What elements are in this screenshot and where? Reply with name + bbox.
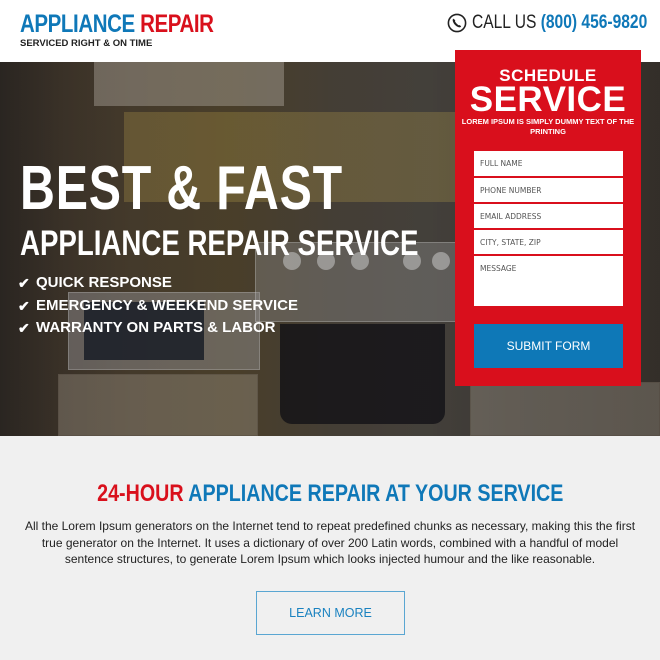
feature-text: QUICK RESPONSE bbox=[36, 274, 172, 291]
logo[interactable]: APPLIANCE REPAIR SERVICED RIGHT & ON TIM… bbox=[20, 10, 256, 49]
check-icon: ✔ bbox=[18, 275, 30, 291]
email-address-input[interactable] bbox=[474, 204, 623, 228]
check-icon: ✔ bbox=[18, 320, 30, 336]
logo-text-appliance: APPLIANCE bbox=[20, 10, 135, 38]
feature-text: WARRANTY ON PARTS & LABOR bbox=[36, 319, 276, 336]
section-title: 24-HOUR APPLIANCE REPAIR AT YOUR SERVICE bbox=[0, 480, 660, 508]
feature-item: ✔ WARRANTY ON PARTS & LABOR bbox=[18, 317, 298, 340]
hero-subtitle: APPLIANCE REPAIR SERVICE bbox=[20, 224, 419, 263]
check-icon: ✔ bbox=[18, 297, 30, 314]
submit-form-button[interactable]: SUBMIT FORM bbox=[474, 324, 623, 368]
call-us[interactable]: CALL US (800) 456-9820 bbox=[447, 12, 647, 34]
phone-number-input[interactable] bbox=[474, 178, 623, 202]
feature-item: ✔ EMERGENCY & WEEKEND SERVICE bbox=[18, 295, 298, 318]
logo-text-repair: REPAIR bbox=[140, 10, 214, 38]
call-label: CALL US bbox=[472, 12, 537, 33]
hero-title: BEST & FAST bbox=[20, 154, 343, 223]
phone-number[interactable]: (800) 456-9820 bbox=[541, 12, 648, 33]
logo-tagline: SERVICED RIGHT & ON TIME bbox=[20, 38, 153, 49]
section-title-rest: APPLIANCE REPAIR AT YOUR SERVICE bbox=[188, 480, 564, 507]
learn-more-button[interactable]: LEARN MORE bbox=[256, 591, 405, 635]
city-state-zip-input[interactable] bbox=[474, 230, 623, 254]
feature-list: ✔ QUICK RESPONSE ✔ EMERGENCY & WEEKEND S… bbox=[18, 272, 298, 340]
message-textarea[interactable] bbox=[474, 256, 623, 306]
section-title-highlight: 24-HOUR bbox=[96, 480, 184, 507]
form-note: LOREM IPSUM IS SIMPLY DUMMY TEXT OF THE … bbox=[461, 117, 635, 136]
schedule-service-form: SCHEDULE SERVICE LOREM IPSUM IS SIMPLY D… bbox=[455, 50, 641, 386]
phone-icon bbox=[447, 13, 467, 33]
logo-title: APPLIANCE REPAIR bbox=[20, 10, 214, 38]
feature-text: EMERGENCY & WEEKEND SERVICE bbox=[36, 296, 298, 314]
form-heading-service: SERVICE bbox=[469, 80, 627, 119]
feature-item: ✔ QUICK RESPONSE bbox=[18, 272, 298, 295]
full-name-input[interactable] bbox=[474, 151, 623, 176]
section-body-text: All the Lorem Ipsum generators on the In… bbox=[24, 519, 636, 566]
call-text: CALL US (800) 456-9820 bbox=[472, 12, 647, 34]
